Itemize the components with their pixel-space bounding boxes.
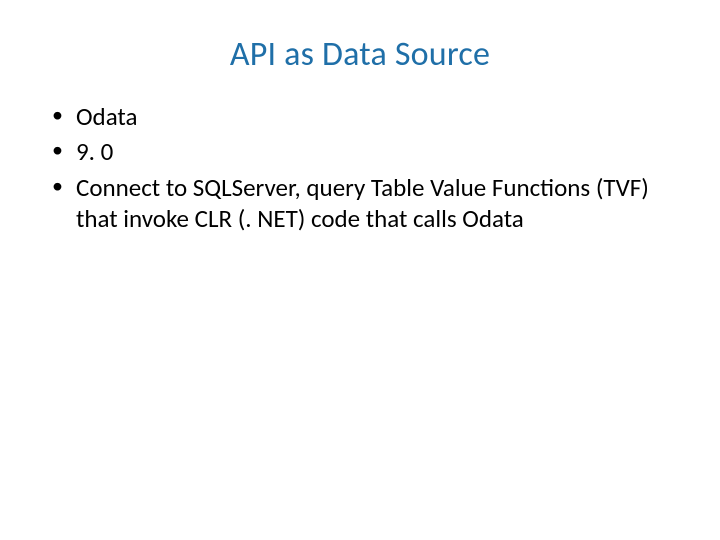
slide: API as Data Source Odata 9. 0 Connect to… xyxy=(0,0,720,540)
bullet-list: Odata 9. 0 Connect to SQLServer, query T… xyxy=(48,101,672,234)
list-item: Odata xyxy=(48,101,672,132)
list-item: 9. 0 xyxy=(48,136,672,167)
list-item: Connect to SQLServer, query Table Value … xyxy=(48,172,672,235)
slide-title: API as Data Source xyxy=(48,34,672,75)
bullet-text: 9. 0 xyxy=(76,136,113,167)
bullet-text: Connect to SQLServer, query Table Value … xyxy=(76,172,649,234)
bullet-text: Odata xyxy=(76,101,137,132)
